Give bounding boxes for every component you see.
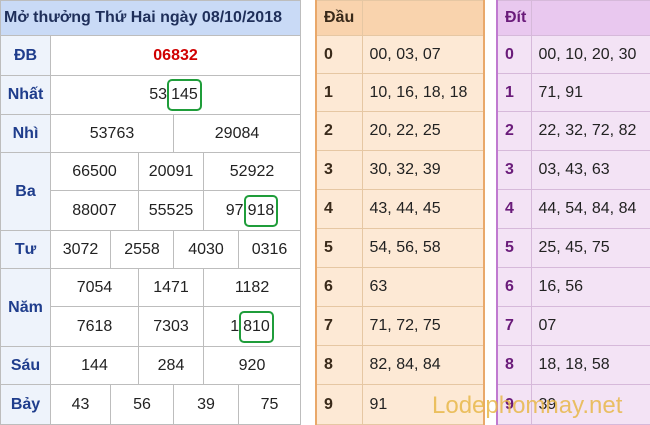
dit-digit: 7 <box>496 306 532 346</box>
prize-tu-value: 4030 <box>173 230 239 269</box>
highlight-box: 810 <box>239 310 274 343</box>
dau-digit: 9 <box>315 384 363 425</box>
dau-values: 10, 16, 18, 18 <box>361 73 485 112</box>
dau-digit: 3 <box>315 150 363 190</box>
results-title: Mở thưởng Thứ Hai ngày 08/10/2018 <box>0 0 302 36</box>
prize-db-value: 06832 <box>49 35 302 76</box>
dau-table: Đầu 0 00, 03, 07 1 10, 16, 18, 18 2 20, 22,… <box>315 0 485 425</box>
prize-nhat-value: 53 145 <box>49 75 302 115</box>
prize-nhi-value: 53763 <box>50 114 174 153</box>
prize-sau-value: 284 <box>138 346 204 385</box>
dit-digit: 2 <box>496 111 532 151</box>
prize-label-sau: Sáu <box>0 346 51 385</box>
prize-label-nhi: Nhì <box>0 114 51 153</box>
prize-label-nhat: Nhất <box>0 75 51 115</box>
prize-nam-value: 1182 <box>202 268 302 307</box>
dit-digit: 4 <box>496 189 532 229</box>
prize-ba-value: 66500 <box>50 152 139 191</box>
dit-values: 00, 10, 20, 30 <box>530 35 650 74</box>
dit-digit: 8 <box>496 345 532 385</box>
prize-tu-value: 0316 <box>237 230 302 269</box>
prize-bay-value: 75 <box>237 384 302 425</box>
dau-header: Đầu <box>315 0 363 36</box>
prize-nam-value: 7303 <box>138 306 204 347</box>
prize-label-bay: Bảy <box>0 384 51 425</box>
prize-sau-value: 920 <box>202 346 302 385</box>
dit-header-blank <box>530 0 650 36</box>
prize-nhat-prefix: 53 <box>149 86 168 103</box>
dit-digit: 5 <box>496 228 532 268</box>
dau-digit: 6 <box>315 267 363 307</box>
dit-digit: 1 <box>496 73 532 112</box>
results-table: Mở thưởng Thứ Hai ngày 08/10/2018 ĐB 068… <box>0 0 302 425</box>
prize-nam-value: 1 810 <box>202 306 302 347</box>
dit-values: 25, 45, 75 <box>530 228 650 268</box>
dau-values: 71, 72, 75 <box>361 306 485 346</box>
prize-ba-value: 88007 <box>50 190 139 231</box>
dit-table: Đít 0 00, 10, 20, 30 1 71, 91 2 22, 32, 72,… <box>496 0 650 425</box>
prize-ba-prefix: 97 <box>225 201 244 219</box>
dau-header-blank <box>361 0 485 36</box>
prize-nhi-value: 29084 <box>172 114 302 153</box>
prize-nam-value: 7618 <box>50 306 139 347</box>
prize-tu-value: 2558 <box>110 230 174 269</box>
dit-values: 22, 32, 72, 82 <box>530 111 650 151</box>
prize-bay-value: 56 <box>110 384 174 425</box>
prize-ba-value: 55525 <box>138 190 204 231</box>
dit-values: 07 <box>530 306 650 346</box>
dau-values: 43, 44, 45 <box>361 189 485 229</box>
prize-label-tu: Tư <box>0 230 51 269</box>
prize-label-db: ĐB <box>0 35 51 76</box>
highlight-box: 918 <box>243 194 279 227</box>
prize-ba-value: 97 918 <box>202 190 302 231</box>
dit-digit: 0 <box>496 35 532 74</box>
dit-values: 71, 91 <box>530 73 650 112</box>
dau-values: 54, 56, 58 <box>361 228 485 268</box>
dau-digit: 7 <box>315 306 363 346</box>
prize-sau-value: 144 <box>50 346 139 385</box>
dit-header: Đít <box>496 0 532 36</box>
dit-digit: 6 <box>496 267 532 307</box>
prize-nam-value: 7054 <box>50 268 139 307</box>
dau-digit: 5 <box>315 228 363 268</box>
dit-values: 44, 54, 84, 84 <box>530 189 650 229</box>
dit-digit: 3 <box>496 150 532 190</box>
prize-label-ba: Ba <box>0 152 51 231</box>
dau-digit: 1 <box>315 73 363 112</box>
dau-digit: 8 <box>315 345 363 385</box>
prize-tu-value: 3072 <box>50 230 111 269</box>
dit-values: 16, 56 <box>530 267 650 307</box>
dit-values: 18, 18, 58 <box>530 345 650 385</box>
prize-bay-value: 39 <box>173 384 239 425</box>
prize-bay-value: 43 <box>50 384 111 425</box>
dau-values: 20, 22, 25 <box>361 111 485 151</box>
prize-ba-value: 52922 <box>202 152 302 191</box>
watermark: Lodephomnay.net <box>432 392 623 419</box>
prize-nam-prefix: 1 <box>230 317 240 335</box>
dit-values: 03, 43, 63 <box>530 150 650 190</box>
dau-values: 00, 03, 07 <box>361 35 485 74</box>
prize-nam-value: 1471 <box>138 268 204 307</box>
dau-digit: 4 <box>315 189 363 229</box>
dau-values: 63 <box>361 267 485 307</box>
highlight-box: 145 <box>167 79 202 111</box>
dau-digit: 0 <box>315 35 363 74</box>
dau-values: 30, 32, 39 <box>361 150 485 190</box>
dau-values: 82, 84, 84 <box>361 345 485 385</box>
prize-ba-value: 20091 <box>138 152 204 191</box>
dau-digit: 2 <box>315 111 363 151</box>
prize-label-nam: Năm <box>0 268 51 347</box>
